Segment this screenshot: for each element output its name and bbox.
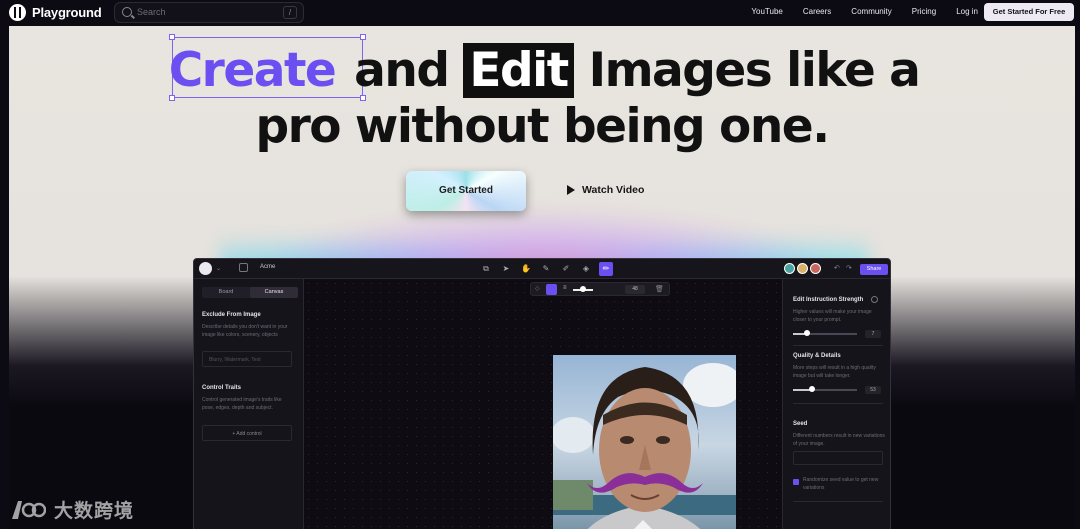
portrait-illustration — [553, 363, 736, 529]
app-preview: ⌄ Acme ⧉ ➤ ✋ ✎ ✐ ◈ ✏ ↶ ↷ Share Board Can… — [193, 258, 891, 529]
right-panel: Edit Instruction Strength Higher values … — [782, 279, 890, 529]
edit-strength-value[interactable]: 7 — [865, 330, 881, 338]
seed-description: Different numbers result in new variatio… — [793, 433, 885, 447]
brush-icon[interactable] — [546, 284, 557, 295]
control-traits-description: Control generated image's traits like po… — [202, 397, 282, 411]
hero-title-rest: Images like a — [588, 43, 921, 98]
nav-link-youtube[interactable]: YouTube — [751, 7, 782, 16]
nav-link-careers[interactable]: Careers — [803, 7, 831, 16]
hero-title-line-1: Create and Edit Images like a — [9, 43, 1075, 98]
chevron-down-icon[interactable]: ⌄ — [216, 265, 221, 272]
edit-strength-slider[interactable] — [793, 333, 857, 335]
exclude-input[interactable]: Blurry, Watermark, Text — [202, 351, 292, 367]
frame-tool-icon[interactable]: ⧉ — [479, 262, 493, 276]
search-shortcut-key: / — [283, 6, 297, 19]
seed-title: Seed — [793, 421, 808, 427]
nav-link-community[interactable]: Community — [851, 7, 891, 16]
quality-slider[interactable] — [793, 389, 857, 391]
control-traits-title: Control Traits — [202, 385, 242, 391]
trash-icon[interactable]: 🗑 — [655, 285, 664, 293]
playground-logo-icon — [9, 4, 26, 21]
undo-icon[interactable]: ↶ — [834, 264, 840, 272]
exclude-description: Describe details you don't want in your … — [202, 324, 288, 338]
search-placeholder: Search — [137, 7, 166, 17]
watermark-text: 大数跨境 — [54, 501, 135, 522]
nav-link-login[interactable]: Log in — [956, 7, 978, 16]
brand-logo[interactable]: Playground — [9, 4, 102, 21]
edit-strength-handle[interactable] — [804, 330, 811, 336]
search-icon — [122, 7, 132, 17]
hero-word-create: Create — [168, 43, 337, 98]
watermark: 大数跨境 — [8, 496, 134, 523]
brush-size-value[interactable]: 48 — [625, 285, 645, 294]
brush-tool-icon[interactable]: ✏ — [599, 262, 613, 276]
seed-input[interactable] — [793, 451, 883, 465]
avatar[interactable] — [810, 263, 821, 274]
nav-link-pricing[interactable]: Pricing — [912, 7, 936, 16]
quality-title: Quality & Details — [793, 353, 841, 359]
divider — [793, 345, 883, 346]
get-started-free-button[interactable]: Get Started For Free — [984, 3, 1074, 21]
divider — [793, 403, 883, 404]
fill-tool-icon[interactable]: ◈ — [579, 262, 593, 276]
share-button[interactable]: Share — [860, 264, 888, 275]
edit-strength-description: Higher values will make your image close… — [793, 309, 872, 323]
portrait-image[interactable] — [553, 355, 736, 529]
eraser-icon[interactable]: ◇ — [535, 285, 540, 292]
quality-description: More steps will result in a high quality… — [793, 365, 876, 379]
get-started-button[interactable]: Get Started — [406, 171, 526, 211]
tab-board[interactable]: Board — [202, 287, 250, 298]
quality-value[interactable]: 53 — [865, 386, 881, 394]
add-control-button[interactable]: + Add control — [202, 425, 292, 441]
brush-settings-bar: ◇ ≡ 48 🗑 — [530, 282, 670, 296]
randomize-seed-label: Randomize seed value to get new variatio… — [803, 477, 879, 491]
brush-size-icon: ≡ — [563, 285, 567, 291]
left-panel: Board Canvas Exclude From Image Describe… — [194, 279, 304, 529]
tool-group: ⧉ ➤ ✋ ✎ ✐ ◈ ✏ — [479, 262, 613, 276]
hero-word-edit: Edit — [463, 43, 574, 98]
nav-links: YouTube Careers Community Pricing Log in — [731, 7, 978, 16]
exclude-title: Exclude From Image — [202, 312, 261, 318]
pen-tool-icon[interactable]: ✐ — [559, 262, 573, 276]
play-icon — [567, 185, 575, 195]
redo-icon[interactable]: ↷ — [846, 264, 852, 272]
brush-size-handle[interactable] — [580, 286, 586, 292]
top-nav: Playground Search / YouTube Careers Comm… — [0, 0, 1080, 26]
app-logo-icon — [199, 262, 212, 275]
canvas-area[interactable]: ◇ ≡ 48 🗑 — [304, 279, 782, 529]
hero-title-line-2: pro without being one. — [255, 99, 830, 154]
panel-tabs: Board Canvas — [202, 287, 298, 298]
search-input[interactable]: Search / — [114, 2, 304, 23]
hero-section: Create and Edit Images like a pro withou… — [9, 26, 1075, 529]
watch-video-button[interactable]: Watch Video — [567, 184, 644, 196]
tab-canvas[interactable]: Canvas — [250, 287, 298, 298]
watermark-logo-icon — [12, 500, 46, 519]
avatar[interactable] — [797, 263, 808, 274]
select-tool-icon[interactable]: ➤ — [499, 262, 513, 276]
watch-video-label: Watch Video — [582, 184, 645, 196]
layers-icon[interactable] — [239, 263, 248, 272]
avatar[interactable] — [784, 263, 795, 274]
hero-word-and: and — [354, 43, 450, 98]
divider — [793, 501, 883, 502]
randomize-seed-checkbox[interactable] — [793, 479, 799, 485]
project-name[interactable]: Acme — [260, 264, 275, 270]
hand-tool-icon[interactable]: ✋ — [519, 262, 533, 276]
edit-strength-title: Edit Instruction Strength — [793, 297, 864, 303]
info-icon[interactable] — [871, 296, 878, 303]
collaborator-avatars — [784, 263, 821, 274]
edit-tool-icon[interactable]: ✎ — [539, 262, 553, 276]
app-toolbar: ⌄ Acme ⧉ ➤ ✋ ✎ ✐ ◈ ✏ ↶ ↷ Share — [194, 259, 890, 279]
quality-handle[interactable] — [809, 386, 816, 392]
brand-name: Playground — [32, 5, 102, 20]
